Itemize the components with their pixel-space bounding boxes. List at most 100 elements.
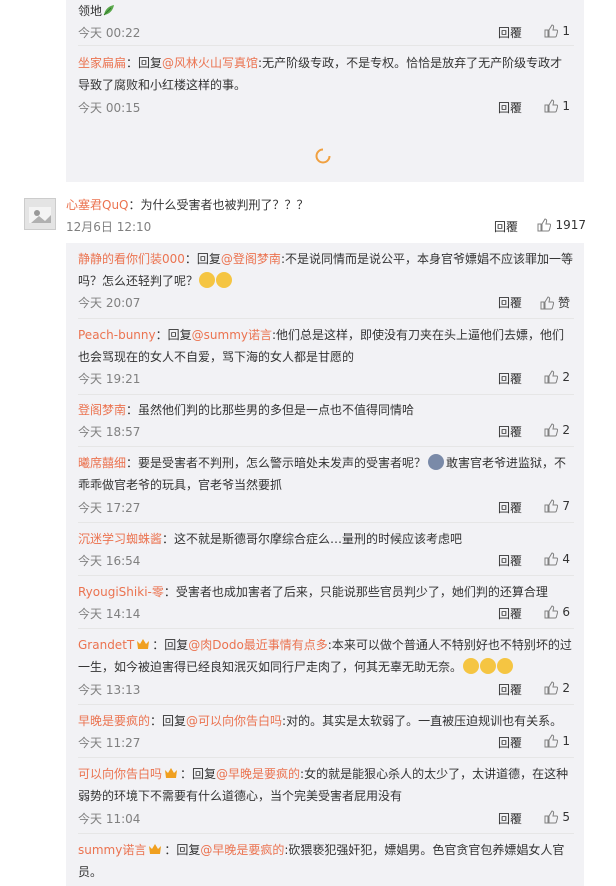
thumbs-up-icon xyxy=(544,99,559,113)
vip-badge-icon xyxy=(165,768,178,778)
timestamp: 今天 19:21 xyxy=(78,372,141,386)
comment-text: ：这不就是斯德哥尔摩综合症么…量刑的时候应该考虑吧 xyxy=(162,532,463,546)
username-link[interactable]: summy诺言 xyxy=(78,843,146,857)
sub-comment: Peach-bunny：回复@summy诺言:他们总是这样，即使没有刀夹在头上逼… xyxy=(78,324,574,368)
comment-text: ：要是受害者不判刑，怎么警示暗处未发声的受害者呢？ xyxy=(126,456,427,470)
username-link[interactable]: 早晚是要疯的 xyxy=(78,714,150,728)
like-button[interactable]: 2 xyxy=(544,370,570,384)
reply-prefix: ：回复 xyxy=(155,328,192,342)
sub-comment: 可以向你告白吗 ：回复@早晚是要疯的:女的就是能狠心杀人的太少了，太讲道德，在这种… xyxy=(78,763,574,807)
timestamp: 今天 00:22 xyxy=(78,26,141,40)
mention-link[interactable]: @登阁梦南 xyxy=(221,252,281,266)
thumbs-up-icon xyxy=(544,552,559,566)
timestamp: 今天 13:13 xyxy=(78,683,141,697)
smile-emoji-icon xyxy=(480,658,497,674)
like-button[interactable]: 7 xyxy=(544,499,570,513)
timestamp: 12月6日 12:10 xyxy=(66,220,152,234)
timestamp: 今天 20:07 xyxy=(78,296,141,310)
reply-button[interactable]: 回覆 xyxy=(498,294,522,311)
comment-text: ：为什么受害者也被判刑了？？？ xyxy=(128,198,309,212)
reply-prefix: ：回复 xyxy=(150,714,187,728)
reply-button[interactable]: 回覆 xyxy=(498,552,522,569)
username-link[interactable]: 心塞君QuQ xyxy=(66,198,129,212)
like-button[interactable]: 6 xyxy=(544,605,570,619)
sub-comment: 登阁梦南：虽然他们判的比那些男的多但是一点也不值得同情哈 xyxy=(78,399,574,421)
username-link[interactable]: 坐家扁扁 xyxy=(78,56,126,70)
sub-comment: RyougiShiki-零：受害者也成加害者了后来，只能说那些官员判少了，她们判… xyxy=(78,581,574,603)
reply-prefix: ：回复 xyxy=(164,843,201,857)
timestamp: 今天 00:15 xyxy=(78,101,141,115)
smile-emoji-icon xyxy=(497,658,514,674)
sub-comment: 曦席囍细：要是受害者不判刑，怎么警示暗处未发声的受害者呢？ 敢害官老爷进监狱，不乖… xyxy=(78,452,574,496)
user-avatar-icon xyxy=(428,454,445,470)
vip-badge-icon xyxy=(149,844,162,854)
like-button[interactable]: 2 xyxy=(544,681,570,695)
username-link[interactable]: 曦席囍细 xyxy=(78,456,126,470)
reply-button[interactable]: 回覆 xyxy=(498,499,522,516)
mention-link[interactable]: @可以向你告白吗 xyxy=(186,714,282,728)
like-count: 2 xyxy=(562,423,570,437)
like-count: 1 xyxy=(562,734,570,748)
like-count: 2 xyxy=(562,370,570,384)
sub-comment: 坐家扁扁：回复@风林火山写真馆:无产阶级专政，不是专权。恰恰是放弃了无产阶级专政… xyxy=(78,52,574,96)
mention-link[interactable]: @风林火山写真馆 xyxy=(162,56,258,70)
like-button[interactable]: 2 xyxy=(544,423,570,437)
sub-comment: 沉迷学习蜘蛛酱：这不就是斯德哥尔摩综合症么…量刑的时候应该考虑吧 xyxy=(78,528,574,550)
reply-button[interactable]: 回覆 xyxy=(498,681,522,698)
thumbs-up-icon xyxy=(544,605,559,619)
reply-button[interactable]: 回覆 xyxy=(498,734,522,751)
timestamp: 今天 11:27 xyxy=(78,736,141,750)
like-button[interactable]: 1 xyxy=(544,734,570,748)
username-link[interactable]: 静静的看你们装000 xyxy=(78,252,185,266)
thumbs-up-icon xyxy=(544,370,559,384)
reply-prefix: ：回复 xyxy=(184,252,221,266)
like-count: 5 xyxy=(562,810,570,824)
comment-meta: 今天 14:14 回覆 6 xyxy=(78,605,574,625)
comment-meta: 今天 17:27 回覆 7 xyxy=(78,499,574,519)
reply-button[interactable]: 回覆 xyxy=(498,99,522,116)
comment-text: ：受害者也成加害者了后来，只能说那些官员判少了，她们判的还算合理 xyxy=(163,585,548,599)
mention-link[interactable]: @早晚是要疯的 xyxy=(200,843,284,857)
reply-button[interactable]: 回覆 xyxy=(494,218,518,235)
like-count: 2 xyxy=(562,681,570,695)
comment-meta: 今天 11:04 回覆 5 xyxy=(78,810,574,830)
comment-meta: 今天 18:57 回覆 2 xyxy=(78,423,574,443)
like-button[interactable]: 1 xyxy=(544,24,570,38)
user-avatar-icon xyxy=(25,199,55,229)
mention-link[interactable]: @早晚是要疯的 xyxy=(216,767,300,781)
username-link[interactable]: RyougiShiki-零 xyxy=(78,585,164,599)
divider xyxy=(78,45,574,46)
reply-button[interactable]: 回覆 xyxy=(498,370,522,387)
thumbs-up-icon xyxy=(544,681,559,695)
reply-button[interactable]: 回覆 xyxy=(498,423,522,440)
username-link[interactable]: 可以向你告白吗 xyxy=(78,767,162,781)
like-button[interactable]: 赞 xyxy=(540,294,570,311)
laugh-cry-emoji-icon xyxy=(216,272,233,288)
mention-link[interactable]: @肉Dodo最近事情有点多 xyxy=(188,638,328,652)
like-button[interactable]: 1917 xyxy=(537,218,586,232)
username-link[interactable]: 沉迷学习蜘蛛酱 xyxy=(78,532,162,546)
like-count: 4 xyxy=(562,552,570,566)
like-button[interactable]: 4 xyxy=(544,552,570,566)
comment-text: :对的。其实是太软弱了。一直被压迫规训也有关系。 xyxy=(282,714,563,728)
sub-comment: 领地 xyxy=(78,0,574,22)
loading-spinner-icon xyxy=(315,148,331,164)
username-link[interactable]: 登阁梦南 xyxy=(78,403,126,417)
reply-button[interactable]: 回覆 xyxy=(498,24,522,41)
username-link[interactable]: GrandetT xyxy=(78,638,134,652)
timestamp: 今天 18:57 xyxy=(78,425,141,439)
reply-prefix: ：回复 xyxy=(152,638,189,652)
like-button[interactable]: 1 xyxy=(544,99,570,113)
username-link[interactable]: Peach-bunny xyxy=(78,328,156,342)
reply-button[interactable]: 回覆 xyxy=(498,605,522,622)
thumbs-up-icon xyxy=(544,499,559,513)
like-button[interactable]: 5 xyxy=(544,810,570,824)
avatar[interactable] xyxy=(24,198,56,230)
divider xyxy=(78,446,574,447)
timestamp: 今天 17:27 xyxy=(78,501,141,515)
like-count: 赞 xyxy=(557,296,570,310)
like-count: 1917 xyxy=(555,218,586,232)
comment-text: 领地 xyxy=(78,4,103,18)
reply-button[interactable]: 回覆 xyxy=(498,810,522,827)
mention-link[interactable]: @summy诺言 xyxy=(192,328,272,342)
